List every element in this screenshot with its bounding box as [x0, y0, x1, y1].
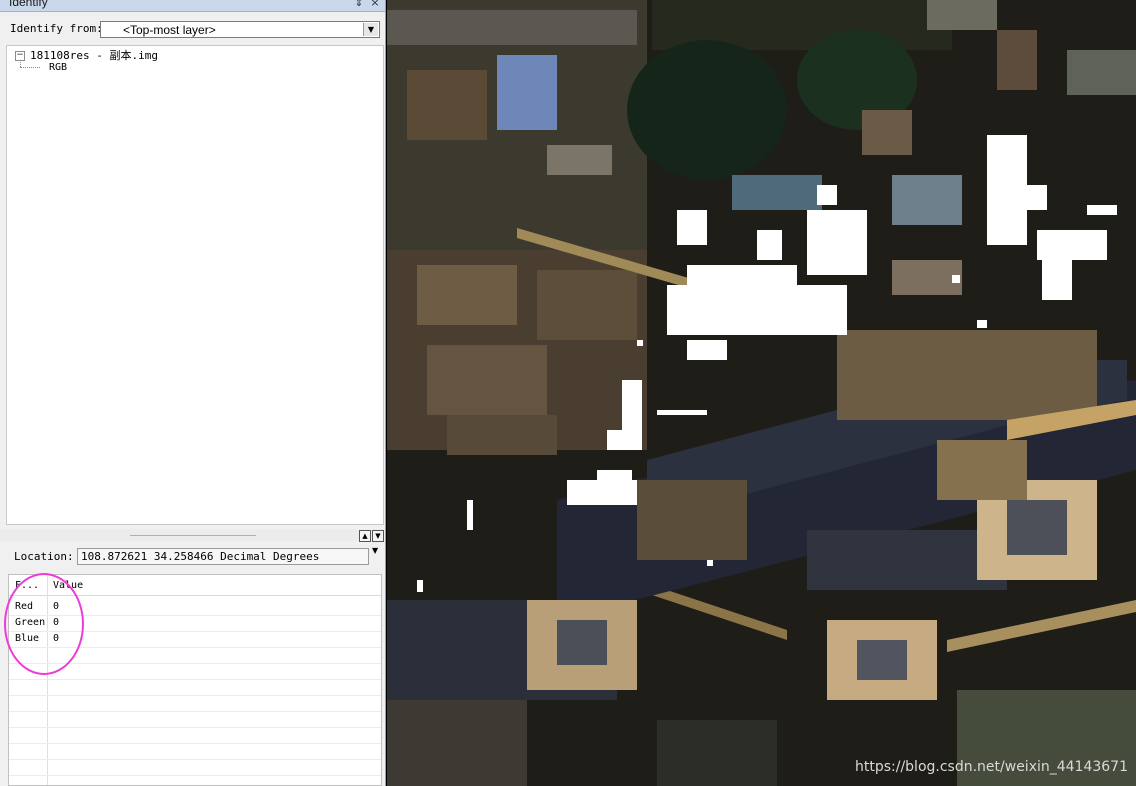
row-divider: [9, 727, 381, 728]
highlight-ellipse-annotation: [4, 573, 84, 675]
tree-connector: [20, 60, 21, 67]
splitter-grip[interactable]: [130, 535, 256, 536]
dropdown-arrow-icon[interactable]: ▼: [363, 23, 378, 36]
location-row: Location: 108.872621 34.258466 Decimal D…: [0, 546, 385, 568]
location-label: Location:: [14, 550, 74, 563]
identify-from-dropdown[interactable]: <Top-most layer> ▼: [100, 21, 380, 38]
close-icon[interactable]: ×: [369, 0, 381, 10]
panel-title: Identify: [9, 0, 48, 9]
identify-from-label: Identify from:: [10, 22, 103, 35]
expand-up-icon[interactable]: ▲: [359, 530, 371, 542]
panel-splitter[interactable]: ▲ ▼: [0, 529, 385, 542]
tree-child-item[interactable]: RGB: [49, 62, 67, 73]
identify-panel: Identify ⇕ × Identify from: <Top-most la…: [0, 0, 386, 786]
expand-down-icon[interactable]: ▼: [372, 530, 384, 542]
identify-from-value: <Top-most layer>: [123, 23, 216, 37]
row-divider: [9, 711, 381, 712]
identify-from-row: Identify from: <Top-most layer> ▼: [0, 19, 385, 43]
tree-root-layer[interactable]: 181108res - 副本.img: [30, 47, 158, 63]
watermark-text: https://blog.csdn.net/weixin_44143671: [854, 759, 1128, 775]
row-divider: [9, 743, 381, 744]
pin-icon[interactable]: ⇕: [353, 0, 365, 10]
panel-title-bar: Identify ⇕ ×: [0, 0, 385, 12]
tree-connector: [20, 67, 40, 68]
row-divider: [9, 759, 381, 760]
row-divider: [9, 679, 381, 680]
row-divider: [9, 695, 381, 696]
location-menu-icon[interactable]: ▼: [372, 546, 378, 555]
location-value-field[interactable]: 108.872621 34.258466 Decimal Degrees: [77, 548, 369, 565]
row-divider: [9, 775, 381, 776]
map-view[interactable]: https://blog.csdn.net/weixin_44143671: [387, 0, 1136, 786]
satellite-image: [387, 0, 1136, 786]
identify-results-tree: − 181108res - 副本.img RGB: [6, 45, 384, 525]
